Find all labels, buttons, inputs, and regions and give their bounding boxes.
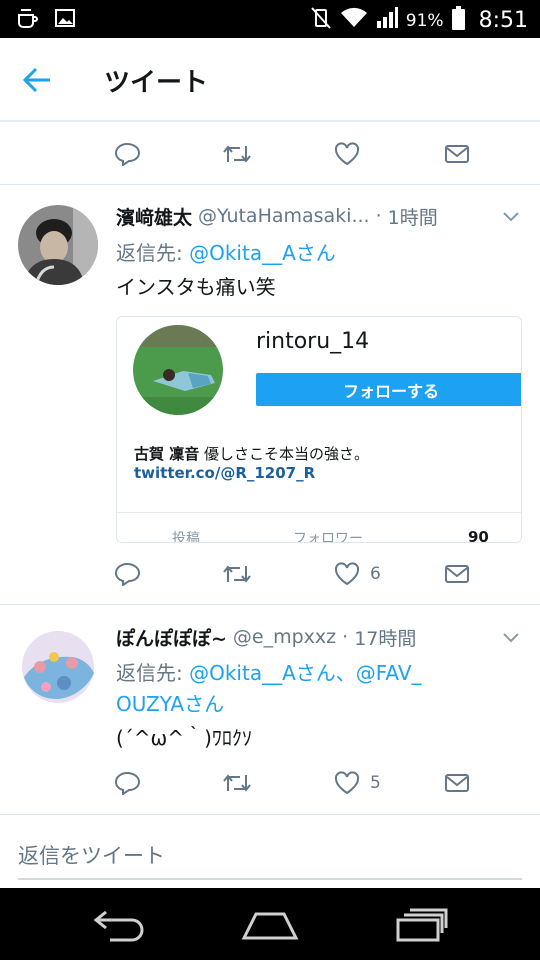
reply-button[interactable] (114, 769, 140, 797)
card-stat-followers-label: フォロワー (293, 531, 363, 543)
reply-prefix: 返信先: (116, 661, 190, 685)
reply-context: 返信先: @Okita__Aさん、@FAV_ OUZYAさん (116, 658, 422, 720)
card-divider (117, 512, 521, 513)
card-link[interactable]: twitter.co/@R_1207_R (134, 464, 315, 482)
reply-button[interactable] (114, 140, 140, 168)
page-title: ツイート (104, 68, 209, 98)
back-nav-icon[interactable] (92, 906, 148, 946)
divider (0, 814, 540, 815)
separator-dot: · (342, 626, 349, 648)
mention-link[interactable]: @Okita__Aさん、@FAV_ (189, 661, 421, 685)
tweet-text: (´^ω^｀)ﾜﾛｸｿ (116, 726, 252, 750)
timestamp: 1時間 (387, 206, 438, 229)
mention-link-continued[interactable]: OUZYAさん (116, 692, 224, 716)
like-count: 6 (370, 564, 381, 584)
follow-button[interactable]: フォローする (256, 373, 521, 406)
like-button[interactable] (334, 140, 360, 168)
user-handle[interactable]: @YutaHamasaki... (198, 205, 370, 227)
tweet-header: ぽんぽぽぽ~ @e_mpxxz · 17時間 (116, 622, 524, 652)
divider (0, 604, 540, 605)
battery-percent: 91% (405, 10, 444, 31)
tweet-actions: 5 (0, 761, 540, 805)
retweet-button[interactable] (222, 769, 252, 797)
like-button[interactable]: 6 (334, 560, 381, 588)
app-bar: ツイート (0, 38, 540, 122)
avatar[interactable] (18, 205, 98, 285)
divider (0, 184, 540, 185)
reply-context: 返信先: @Okita__Aさん (116, 238, 336, 269)
card-bio-name: 古賀 凜音 (134, 445, 200, 463)
avatar[interactable] (18, 627, 98, 707)
home-nav-icon[interactable] (240, 906, 300, 946)
clock: 8:51 (478, 8, 528, 33)
vibrate-off-icon (310, 6, 332, 35)
card-stat-value: 90 (468, 528, 489, 543)
display-name[interactable]: 濱﨑雄太 (116, 203, 192, 230)
direct-message-button[interactable] (444, 560, 470, 588)
card-bio: 古賀 凜音 優しさこそ本当の強さ。 (134, 443, 369, 464)
card-bio-text: 優しさこそ本当の強さ。 (199, 445, 370, 463)
signal-icon (376, 7, 398, 34)
reply-prefix: 返信先: (116, 241, 190, 265)
timestamp: 17時間 (354, 627, 417, 650)
recent-apps-icon[interactable] (394, 906, 450, 946)
display-name[interactable]: ぽんぽぽぽ~ (116, 624, 227, 651)
user-handle[interactable]: @e_mpxxz (233, 626, 336, 648)
card-stat-posts-label: 投稿 (172, 531, 200, 543)
mention-link[interactable]: @Okita__Aさん (189, 241, 336, 265)
image-notification-icon (54, 7, 76, 35)
like-button[interactable]: 5 (334, 769, 381, 797)
status-bar: 91% 8:51 (0, 0, 540, 38)
heart-icon (334, 562, 360, 586)
direct-message-button[interactable] (444, 140, 470, 168)
chevron-down-icon[interactable] (502, 207, 520, 229)
notification-app-icon (16, 7, 40, 35)
separator-dot: · (375, 205, 382, 227)
notification-icons (16, 7, 76, 35)
chevron-down-icon[interactable] (502, 628, 520, 650)
card-avatar[interactable] (133, 325, 223, 415)
embedded-profile-card[interactable]: rintoru_14 フォローする 古賀 凜音 優しさこそ本当の強さ。 twit… (116, 316, 522, 543)
navigation-bar (0, 888, 540, 960)
retweet-button[interactable] (222, 560, 252, 588)
tweet-actions-previous (0, 132, 540, 176)
reply-compose-input[interactable]: 返信をツイート (18, 838, 522, 880)
reply-button[interactable] (114, 560, 140, 588)
tweet-actions: 6 (0, 552, 540, 596)
back-arrow-icon[interactable] (22, 66, 52, 94)
battery-icon (451, 6, 465, 35)
tweet-text: インスタも痛い笑 (116, 275, 276, 299)
like-count: 5 (370, 773, 381, 793)
retweet-button[interactable] (222, 140, 252, 168)
direct-message-button[interactable] (444, 769, 470, 797)
system-indicators: 91% 8:51 (310, 6, 528, 35)
tweet-header: 濱﨑雄太 @YutaHamasaki... · 1時間 (116, 201, 524, 231)
card-username[interactable]: rintoru_14 (256, 329, 369, 354)
wifi-icon (340, 7, 368, 34)
